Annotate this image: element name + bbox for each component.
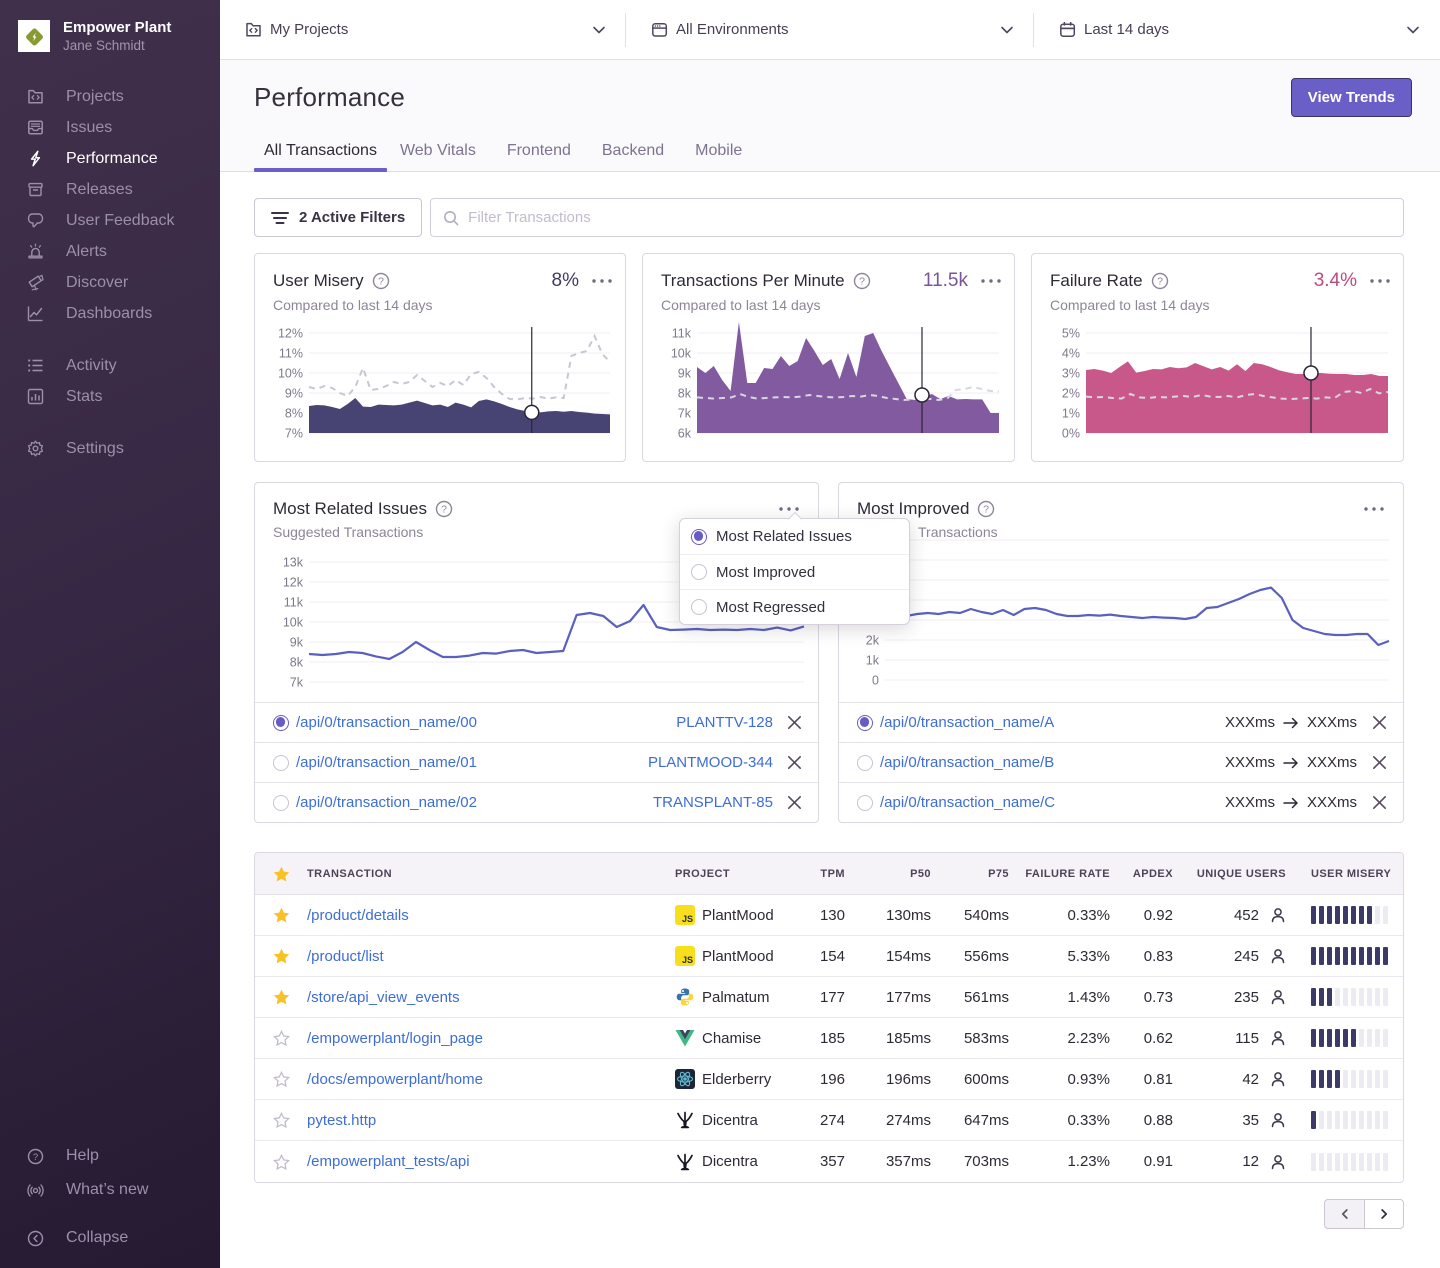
svg-text:6k: 6k	[678, 427, 692, 441]
svg-text:9k: 9k	[290, 636, 304, 650]
svg-text:1k: 1k	[866, 654, 880, 668]
svg-text:8%: 8%	[285, 407, 303, 421]
svg-text:0: 0	[872, 674, 879, 688]
svg-text:?: ?	[33, 1152, 38, 1163]
svg-text:?: ?	[1157, 276, 1163, 288]
svg-text:?: ?	[859, 276, 865, 288]
svg-text:?: ?	[378, 276, 384, 288]
svg-text:11k: 11k	[284, 596, 304, 610]
svg-text:11%: 11%	[279, 347, 303, 361]
svg-text:12k: 12k	[283, 576, 304, 590]
svg-text:9k: 9k	[678, 367, 692, 381]
svg-text:3%: 3%	[1062, 367, 1080, 381]
svg-text:10%: 10%	[278, 367, 303, 381]
svg-text:4%: 4%	[1062, 347, 1080, 361]
svg-text:0%: 0%	[1062, 427, 1080, 441]
svg-text:10k: 10k	[283, 616, 304, 630]
svg-text:7k: 7k	[290, 676, 304, 690]
svg-text:5%: 5%	[1062, 327, 1080, 341]
svg-text:?: ?	[441, 504, 447, 516]
svg-text:11k: 11k	[672, 327, 692, 341]
svg-text:?: ?	[984, 504, 990, 516]
svg-text:2%: 2%	[1062, 387, 1080, 401]
svg-text:12%: 12%	[278, 327, 303, 341]
svg-text:8k: 8k	[290, 656, 304, 670]
svg-text:2k: 2k	[866, 634, 880, 648]
svg-text:10k: 10k	[671, 347, 692, 361]
svg-text:9%: 9%	[285, 387, 303, 401]
svg-text:13k: 13k	[283, 556, 304, 570]
svg-text:7k: 7k	[678, 407, 692, 421]
svg-text:8k: 8k	[678, 387, 692, 401]
svg-text:1%: 1%	[1062, 407, 1080, 421]
svg-text:7%: 7%	[285, 427, 303, 441]
